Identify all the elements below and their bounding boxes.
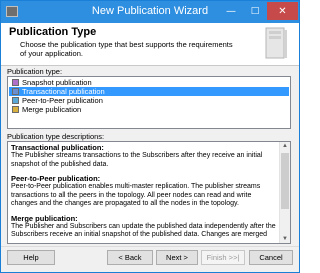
- descriptions-box: Transactional publication: The Publisher…: [7, 141, 291, 244]
- cancel-button[interactable]: Cancel: [249, 250, 293, 265]
- page-description: Choose the publication type that best su…: [20, 40, 233, 58]
- list-item-label: Snapshot publication: [22, 78, 92, 87]
- finish-button[interactable]: Finish >>|: [201, 250, 245, 265]
- scroll-down-icon[interactable]: ▼: [282, 236, 288, 242]
- list-item-merge-publication[interactable]: Merge publication: [9, 105, 289, 114]
- scrollbar-thumb[interactable]: [281, 153, 289, 209]
- peer-to-peer-publication-icon: [12, 97, 19, 104]
- description-heading: Transactional publication:: [11, 143, 104, 152]
- merge-publication-icon: [12, 106, 19, 113]
- list-item-peer-to-peer-publication[interactable]: Peer-to-Peer publication: [9, 96, 289, 105]
- descriptions-scrollbar[interactable]: ▲ ▼: [279, 142, 290, 243]
- maximize-button[interactable]: □: [243, 2, 267, 20]
- transactional-publication-icon: [12, 88, 19, 95]
- description-heading: Merge publication:: [11, 213, 78, 223]
- snapshot-publication-icon: [12, 79, 19, 86]
- descriptions-content: Transactional publication: The Publisher…: [11, 143, 279, 243]
- description-text: Peer-to-Peer publication enables multi-m…: [11, 183, 261, 207]
- list-item-transactional-publication[interactable]: Transactional publication: [9, 87, 289, 96]
- descriptions-label: Publication type descriptions:: [7, 132, 105, 141]
- close-button[interactable]: ✕: [267, 2, 298, 20]
- footer-divider: [1, 246, 299, 247]
- help-button[interactable]: Help: [7, 250, 55, 265]
- scroll-up-icon[interactable]: ▲: [282, 143, 288, 149]
- page-title: Publication Type: [9, 26, 97, 38]
- description-text: The Publisher streams transactions to th…: [11, 152, 263, 168]
- list-item-label: Peer-to-Peer publication: [22, 96, 103, 105]
- list-item-label: Transactional publication: [22, 87, 105, 96]
- minimize-button[interactable]: —: [219, 2, 243, 20]
- list-item-label: Merge publication: [22, 105, 82, 114]
- back-button[interactable]: < Back: [107, 250, 153, 265]
- title-bar[interactable]: New Publication Wizard — □ ✕: [1, 1, 299, 23]
- list-item-snapshot-publication[interactable]: Snapshot publication: [9, 78, 289, 87]
- description-heading: Peer-to-Peer publication:: [11, 174, 101, 183]
- next-button[interactable]: Next >: [156, 250, 198, 265]
- wizard-window: New Publication Wizard — □ ✕ Publication…: [0, 0, 300, 273]
- publication-type-list[interactable]: Snapshot publication Transactional publi…: [7, 76, 291, 129]
- description-text: The Publisher and Subscribers can update…: [11, 222, 276, 239]
- publication-type-label: Publication type:: [7, 67, 63, 76]
- wizard-header: Publication Type Choose the publication …: [1, 23, 299, 66]
- server-graphic-icon: [265, 27, 287, 59]
